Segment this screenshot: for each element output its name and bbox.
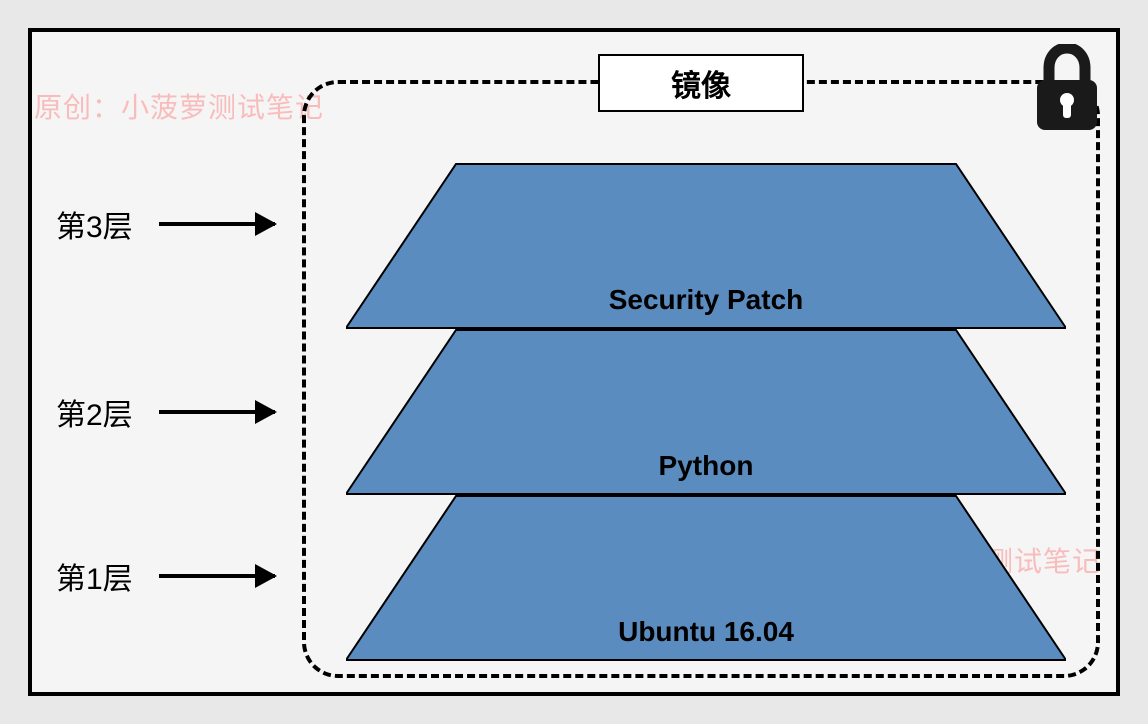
layer-3-security-patch: Security Patch (346, 162, 1066, 330)
layer-2-python: Python (346, 328, 1066, 496)
layer-label-2: 第2层 (56, 390, 275, 434)
layer-label-1: 第1层 (56, 554, 275, 598)
container-title: 镜像 (598, 54, 804, 112)
layer-label-3: 第3层 (56, 202, 275, 246)
outer-frame: 原创：小菠萝测试笔记 原创：小菠萝测试笔记 第3层 第2层 第1层 镜像 (28, 28, 1120, 696)
watermark-top: 原创：小菠萝测试笔记 (34, 86, 324, 126)
arrow-icon (159, 574, 275, 578)
layer-label-text-3: 第3层 (56, 202, 133, 246)
layer-3-text: Security Patch (346, 284, 1066, 316)
layer-label-text-1: 第1层 (56, 554, 133, 598)
image-container: 镜像 Security Patch Pyth (302, 80, 1100, 678)
arrow-icon (159, 410, 275, 414)
lock-icon (1026, 44, 1108, 134)
layer-label-text-2: 第2层 (56, 390, 133, 434)
layer-2-text: Python (346, 450, 1066, 482)
arrow-icon (159, 222, 275, 226)
layers-stack: Security Patch Python Ubuntu 16.04 (346, 162, 1066, 660)
layer-1-text: Ubuntu 16.04 (346, 616, 1066, 648)
layer-1-ubuntu: Ubuntu 16.04 (346, 494, 1066, 662)
